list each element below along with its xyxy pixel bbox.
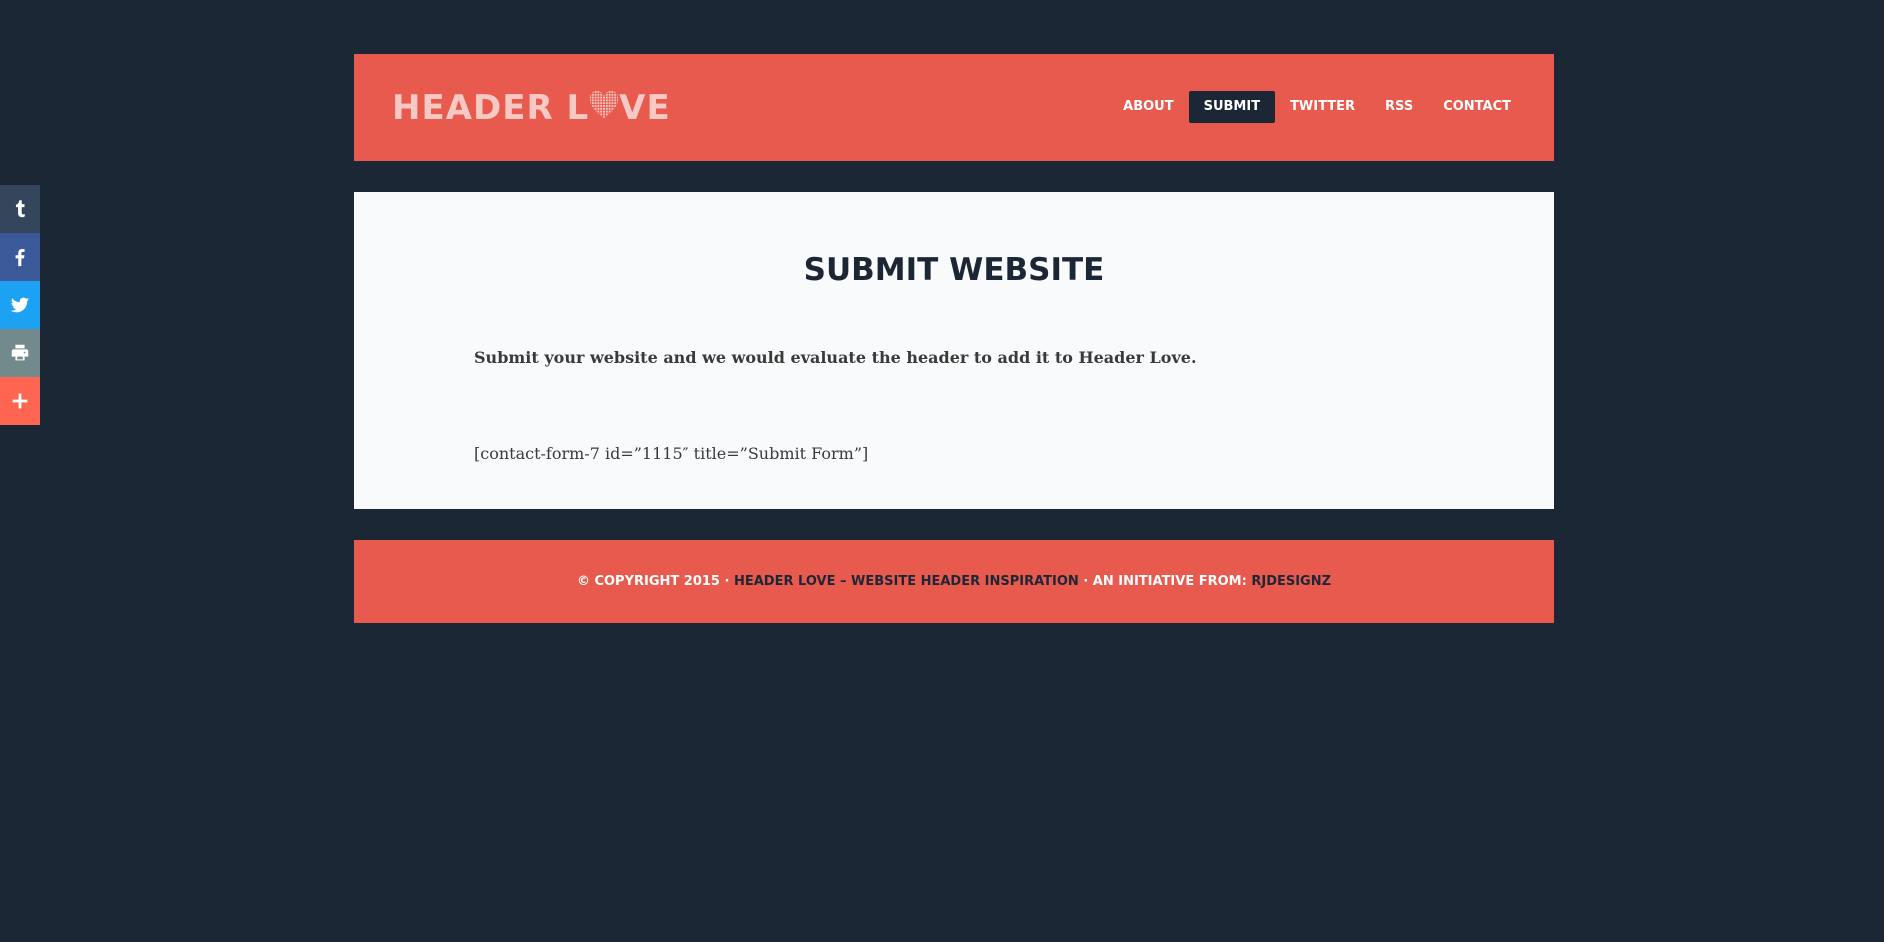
share-sidebar: [0, 185, 40, 425]
footer-author-link[interactable]: RJDESIGNZ: [1251, 574, 1331, 589]
site-footer: © COPYRIGHT 2015 · HEADER LOVE – WEBSITE…: [354, 540, 1554, 623]
site-header: HEADER L VE ABOUT SUBMIT TWITTER RSS CONT…: [354, 54, 1554, 161]
nav-about[interactable]: ABOUT: [1108, 91, 1188, 123]
tumblr-share-button[interactable]: [0, 185, 40, 233]
main-nav: ABOUT SUBMIT TWITTER RSS CONTACT: [1108, 91, 1526, 123]
form-shortcode: [contact-form-7 id=”1115″ title=”Submit …: [474, 444, 869, 463]
more-share-button[interactable]: [0, 377, 40, 425]
tumblr-icon: [15, 200, 25, 218]
page-title: SUBMIT WEBSITE: [803, 252, 1105, 288]
twitter-share-button[interactable]: [0, 281, 40, 329]
page-intro: Submit your website and we would evaluat…: [474, 348, 1197, 367]
footer-site-link[interactable]: HEADER LOVE – WEBSITE HEADER INSPIRATION: [734, 574, 1079, 589]
site-logo[interactable]: HEADER L VE: [392, 88, 671, 128]
print-icon: [11, 344, 29, 361]
footer-initiative: · AN INITIATIVE FROM:: [1078, 574, 1252, 589]
nav-submit[interactable]: SUBMIT: [1188, 91, 1276, 123]
print-share-button[interactable]: [0, 329, 40, 377]
nav-twitter[interactable]: TWITTER: [1275, 91, 1370, 123]
main-content: SUBMIT WEBSITE Submit your website and w…: [354, 192, 1554, 509]
facebook-icon: [15, 249, 25, 267]
facebook-share-button[interactable]: [0, 233, 40, 281]
heart-icon: [589, 91, 619, 119]
plus-icon: [12, 393, 28, 409]
logo-text-start: HEADER L: [392, 88, 590, 128]
footer-copyright: © COPYRIGHT 2015 ·: [576, 574, 734, 589]
logo-text-end: VE: [619, 88, 671, 128]
twitter-icon: [10, 297, 30, 313]
nav-rss[interactable]: RSS: [1370, 91, 1428, 123]
nav-contact[interactable]: CONTACT: [1428, 91, 1526, 123]
